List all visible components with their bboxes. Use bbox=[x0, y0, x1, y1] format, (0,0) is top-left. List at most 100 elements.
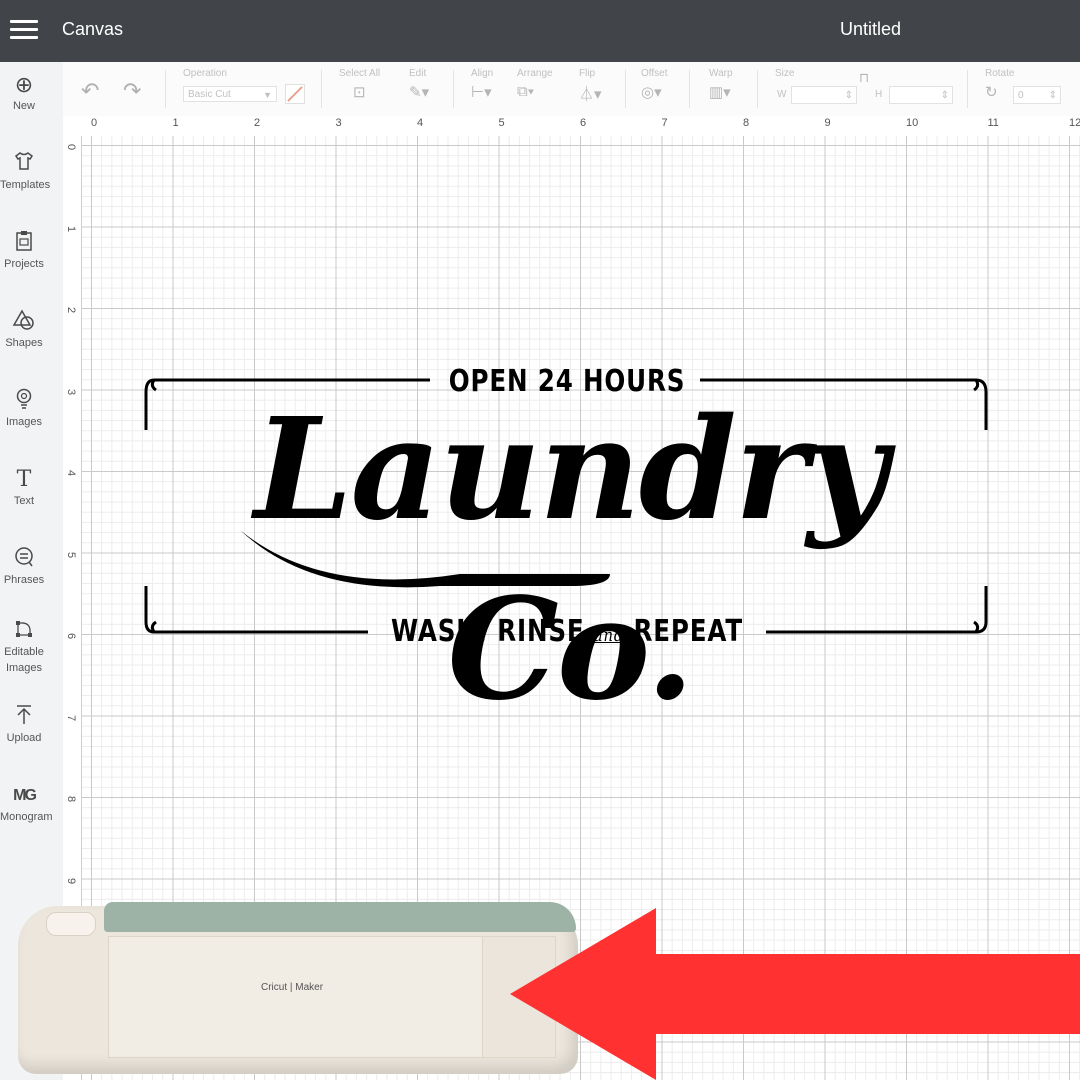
select-all-group[interactable]: Select All ⊡ bbox=[339, 68, 380, 101]
sidebar-item-editable-images[interactable]: Editable Images bbox=[0, 618, 48, 676]
plus-circle-icon: ⊕ bbox=[14, 72, 34, 97]
design-bottom-part-2: REPEAT bbox=[633, 614, 743, 649]
machine-brand-label: Cricut | Maker bbox=[261, 982, 324, 993]
undo-icon[interactable]: ↶ bbox=[81, 78, 99, 104]
laundry-design[interactable]: OPEN 24 HOURS Laundry Co. WASH, RINSE an… bbox=[140, 360, 1000, 732]
speech-bubble-icon bbox=[0, 546, 48, 572]
rotate-value: 0 bbox=[1018, 90, 1024, 101]
toolbar-divider bbox=[967, 70, 968, 108]
toolbar-divider bbox=[757, 70, 758, 108]
text-icon: T bbox=[16, 467, 32, 492]
stepper-icon: ⇕ bbox=[1048, 90, 1057, 101]
lock-icon[interactable]: ⊓ bbox=[859, 70, 869, 86]
sidebar-item-new[interactable]: ⊕ New bbox=[0, 72, 48, 114]
clipboard-icon bbox=[0, 230, 48, 256]
edit-label: Edit bbox=[409, 68, 427, 79]
size-group: Size bbox=[775, 68, 794, 79]
edit-toolbar: ↶ ↷ Operation Basic Cut ▼ Select All ⊡ Ed… bbox=[63, 62, 1080, 117]
offset-icon: ◎▾ bbox=[641, 84, 662, 101]
ruler-top-number: 12 bbox=[1069, 117, 1080, 129]
arrange-icon: ⧉▾ bbox=[517, 83, 535, 100]
sidebar-item-label: Text bbox=[13, 495, 35, 507]
offset-label: Offset bbox=[641, 68, 668, 79]
flip-label: Flip bbox=[579, 68, 596, 79]
width-input[interactable]: ⇕ bbox=[791, 86, 857, 104]
align-label: Align bbox=[471, 68, 494, 79]
sidebar-item-projects[interactable]: Projects bbox=[0, 230, 48, 272]
document-name[interactable]: Untitled bbox=[840, 19, 901, 40]
flip-group[interactable]: Flip ⏃▾ bbox=[579, 68, 602, 104]
ruler-top-number: 2 bbox=[254, 117, 261, 129]
ruler-left-number: 2 bbox=[65, 307, 77, 314]
sidebar-item-upload[interactable]: Upload bbox=[0, 704, 48, 746]
sidebar-item-label: Editable Images bbox=[4, 646, 44, 674]
ruler-top-number: 3 bbox=[335, 117, 342, 129]
sidebar-item-label: Shapes bbox=[5, 337, 43, 349]
ruler-left-number: 1 bbox=[65, 225, 77, 232]
ruler-top-number: 4 bbox=[417, 117, 424, 129]
hamburger-icon[interactable] bbox=[10, 20, 38, 40]
ruler-top-number: 1 bbox=[172, 117, 179, 129]
stepper-icon: ⇕ bbox=[844, 90, 853, 101]
shapes-icon bbox=[0, 309, 48, 335]
design-script-text: Laundry Co. bbox=[254, 388, 888, 732]
toolbar-divider bbox=[625, 70, 626, 108]
ruler-top-number: 6 bbox=[580, 117, 587, 129]
operation-group: Operation bbox=[183, 68, 227, 79]
shirt-icon bbox=[0, 151, 48, 177]
sidebar-item-label: Images bbox=[5, 416, 43, 428]
rotate-label: Rotate bbox=[985, 68, 1015, 79]
align-group[interactable]: Align ⊢▾ bbox=[471, 68, 493, 101]
height-input[interactable]: ⇕ bbox=[889, 86, 953, 104]
sidebar-item-shapes[interactable]: Shapes bbox=[0, 309, 48, 351]
operation-label: Operation bbox=[183, 68, 227, 79]
align-icon: ⊢▾ bbox=[471, 84, 492, 101]
ruler-left-number: 7 bbox=[65, 714, 77, 721]
ruler-left-number: 0 bbox=[65, 144, 77, 151]
rotate-group: Rotate ↻ bbox=[985, 68, 1014, 101]
sidebar-item-images[interactable]: Images bbox=[0, 388, 48, 430]
ruler-top-number: 9 bbox=[824, 117, 831, 129]
select-all-icon: ⊡ bbox=[353, 84, 366, 101]
ruler-top-number: 5 bbox=[498, 117, 505, 129]
chevron-down-icon: ▼ bbox=[263, 90, 272, 100]
arrange-group[interactable]: Arrange ⧉▾ bbox=[517, 68, 553, 100]
toolbar-divider bbox=[321, 70, 322, 108]
monogram-icon: MG bbox=[13, 787, 37, 804]
app-header: Canvas Untitled bbox=[0, 0, 1080, 62]
operation-select[interactable]: Basic Cut ▼ bbox=[183, 86, 277, 102]
width-label: W bbox=[777, 89, 787, 100]
warp-group[interactable]: Warp ▥▾ bbox=[709, 68, 733, 101]
ruler-left-number: 8 bbox=[65, 796, 77, 803]
edit-group[interactable]: Edit ✎▾ bbox=[409, 68, 429, 101]
sidebar-item-label: Phrases bbox=[3, 574, 45, 586]
machine-tool-cup bbox=[46, 912, 96, 936]
ruler-top-number: 8 bbox=[743, 117, 750, 129]
ruler-left-number: 9 bbox=[65, 877, 77, 884]
ruler-left-number: 6 bbox=[65, 633, 77, 640]
ruler-top-number: 0 bbox=[91, 117, 98, 129]
upload-icon bbox=[0, 704, 48, 730]
rotate-input[interactable]: 0 ⇕ bbox=[1013, 86, 1061, 104]
ruler-top-number: 10 bbox=[906, 117, 919, 129]
sidebar-item-label: Templates bbox=[0, 179, 51, 191]
warp-label: Warp bbox=[709, 68, 733, 79]
warp-icon: ▥▾ bbox=[709, 84, 731, 101]
sidebar-item-templates[interactable]: Templates bbox=[0, 151, 51, 193]
ruler-top: 0 1 2 3 4 5 6 7 8 9 10 11 12 bbox=[63, 116, 1080, 137]
sidebar-item-phrases[interactable]: Phrases bbox=[0, 546, 48, 588]
offset-group[interactable]: Offset ◎▾ bbox=[641, 68, 668, 101]
toolbar-divider bbox=[453, 70, 454, 108]
height-label: H bbox=[875, 89, 883, 100]
linetype-color-swatch[interactable] bbox=[285, 84, 305, 104]
design-bottom-part-1: WASH, RINSE bbox=[391, 614, 585, 649]
sidebar-item-text[interactable]: T Text bbox=[0, 467, 48, 509]
app-title: Canvas bbox=[62, 19, 124, 39]
ruler-top-number: 11 bbox=[987, 117, 999, 129]
sidebar-item-label: Monogram bbox=[0, 811, 53, 823]
pencil-icon: ✎▾ bbox=[409, 84, 430, 101]
rotate-icon: ↻ bbox=[985, 84, 998, 101]
sidebar-item-monogram[interactable]: MG Monogram bbox=[0, 783, 53, 825]
redo-icon[interactable]: ↷ bbox=[123, 78, 141, 104]
toolbar-divider bbox=[165, 70, 166, 108]
